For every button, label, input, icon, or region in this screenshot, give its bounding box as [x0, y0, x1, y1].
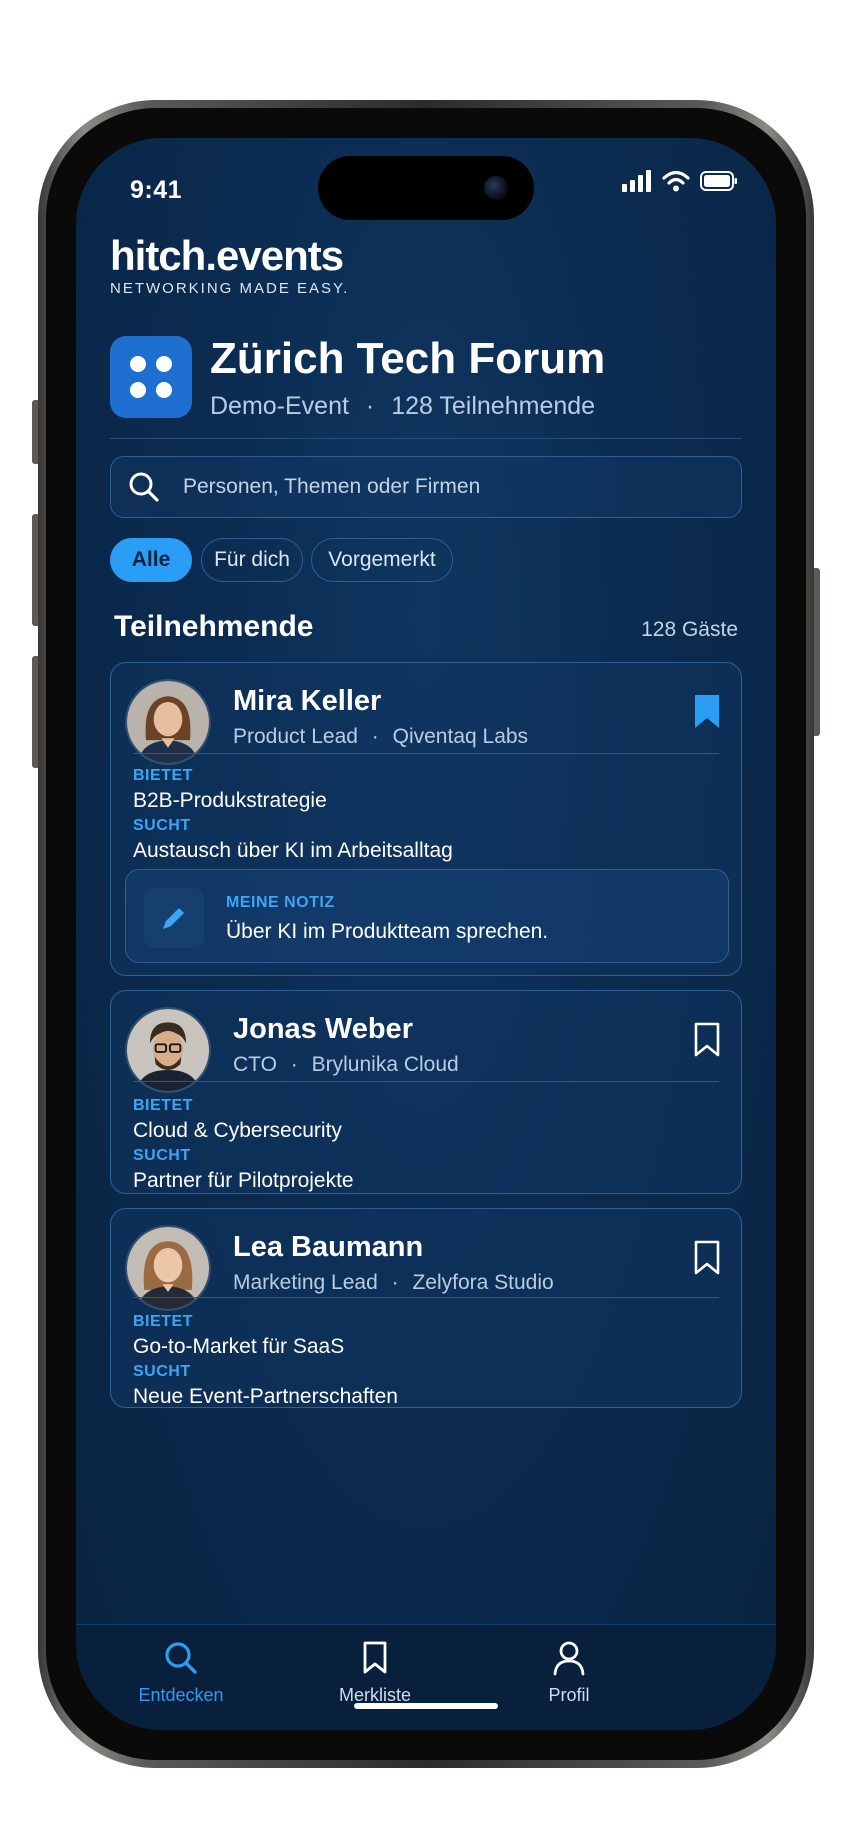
seeks-value: Austausch über KI im Arbeitsalltag	[133, 839, 453, 862]
offers-label: BIETET	[133, 1313, 193, 1330]
logo-wordmark: hitch.events	[110, 232, 344, 279]
offers-value: Cloud & Cybersecurity	[133, 1119, 342, 1142]
search-icon	[129, 472, 159, 502]
bookmark-icon	[363, 1641, 387, 1674]
camera-icon	[484, 176, 508, 200]
offers-label: BIETET	[133, 767, 193, 784]
attendee-name: Mira Keller	[233, 685, 382, 717]
pencil-icon	[163, 908, 184, 929]
section-title: Teilnehmende	[114, 610, 314, 643]
dot-icon	[130, 382, 146, 398]
search-input[interactable]: Personen, Themen oder Firmen	[110, 456, 742, 518]
filter-chip-fuer-dich[interactable]: Für dich	[201, 538, 303, 582]
bookmark-outline-icon[interactable]	[693, 1021, 721, 1059]
battery-icon	[700, 171, 737, 191]
dot-icon	[130, 356, 146, 372]
attendee-role: Product Lead · Qiventaq Labs	[233, 725, 528, 749]
seeks-value: Partner für Pilotprojekte	[133, 1169, 354, 1192]
seeks-value: Neue Event-Partnerschaften	[133, 1385, 398, 1408]
filter-chip-vorgemerkt[interactable]: Vorgemerkt	[311, 538, 453, 582]
tab-label: Entdecken	[138, 1685, 224, 1705]
brand-logo: hitch.events NETWORKING MADE EASY.	[110, 232, 350, 298]
signal-icon	[622, 170, 651, 192]
seeks-label: SUCHT	[133, 817, 191, 834]
device-mockup: 9:41 hitch.events NETWORKING MADE EASY. …	[0, 0, 852, 1846]
event-subtitle: Demo-Event · 128 Teilnehmende	[210, 392, 595, 421]
card-divider	[133, 1081, 719, 1082]
separator: ·	[365, 392, 375, 420]
dot-icon	[156, 356, 172, 372]
bookmark-filled-icon[interactable]	[693, 693, 721, 731]
company-name: Brylunika Cloud	[311, 1053, 459, 1076]
event-icon	[110, 336, 192, 418]
offers-label: BIETET	[133, 1097, 193, 1114]
note-text: Über KI im Produktteam sprechen.	[226, 920, 549, 943]
company-name: Zelyfora Studio	[412, 1271, 554, 1294]
app-screen: 9:41 hitch.events NETWORKING MADE EASY. …	[76, 138, 776, 1730]
card-divider	[133, 753, 719, 754]
seeks-label: SUCHT	[133, 1363, 191, 1380]
event-participants: 128 Teilnehmende	[391, 392, 596, 420]
offers-value: Go-to-Market für SaaS	[133, 1335, 345, 1358]
tab-label: Profil	[548, 1685, 590, 1705]
attendee-card[interactable]: Mira Keller Product Lead · Qiventaq Labs…	[110, 662, 742, 976]
wifi-icon	[662, 170, 690, 192]
dot-icon	[156, 382, 172, 398]
dynamic-island	[318, 156, 534, 220]
header-divider	[110, 438, 742, 439]
search-icon	[165, 1642, 197, 1674]
tab-profil[interactable]: Profil	[494, 1639, 644, 1706]
user-icon	[553, 1641, 585, 1676]
role-title: CTO	[233, 1053, 277, 1076]
offers-value: B2B-Produkstrategie	[133, 789, 327, 812]
event-title: Zürich Tech Forum	[210, 334, 606, 383]
company-name: Qiventaq Labs	[392, 725, 529, 748]
filter-chip-alle[interactable]: Alle	[110, 538, 192, 582]
note-label: MEINE NOTIZ	[226, 894, 335, 911]
status-time: 9:41	[130, 176, 183, 204]
attendee-role: Marketing Lead · Zelyfora Studio	[233, 1271, 554, 1295]
event-type: Demo-Event	[210, 392, 349, 420]
role-title: Marketing Lead	[233, 1271, 378, 1294]
role-title: Product Lead	[233, 725, 358, 748]
attendee-role: CTO · Brylunika Cloud	[233, 1053, 459, 1077]
bookmark-outline-icon[interactable]	[693, 1239, 721, 1277]
section-count: 128 Gäste	[641, 618, 738, 641]
tab-merkliste[interactable]: Merkliste	[300, 1639, 450, 1706]
search-placeholder: Personen, Themen oder Firmen	[183, 475, 481, 498]
seeks-label: SUCHT	[133, 1147, 191, 1164]
attendee-card[interactable]: Jonas Weber CTO · Brylunika Cloud BIETET…	[110, 990, 742, 1194]
avatar	[125, 1225, 211, 1311]
separator: ·	[371, 725, 379, 748]
attendee-name: Jonas Weber	[233, 1013, 413, 1045]
status-icons	[622, 170, 738, 192]
separator: ·	[391, 1271, 399, 1294]
home-indicator[interactable]	[354, 1703, 498, 1709]
note-icon-tile	[144, 888, 204, 948]
tab-bar: Entdecken Merkliste Profil	[76, 1624, 776, 1730]
attendee-card[interactable]: Lea Baumann Marketing Lead · Zelyfora St…	[110, 1208, 742, 1408]
attendee-name: Lea Baumann	[233, 1231, 424, 1263]
card-divider	[133, 1297, 719, 1298]
tab-entdecken[interactable]: Entdecken	[106, 1639, 256, 1706]
separator: ·	[290, 1053, 298, 1076]
brand-tagline: NETWORKING MADE EASY.	[110, 280, 350, 297]
note-box[interactable]: MEINE NOTIZ Über KI im Produktteam sprec…	[125, 869, 729, 963]
